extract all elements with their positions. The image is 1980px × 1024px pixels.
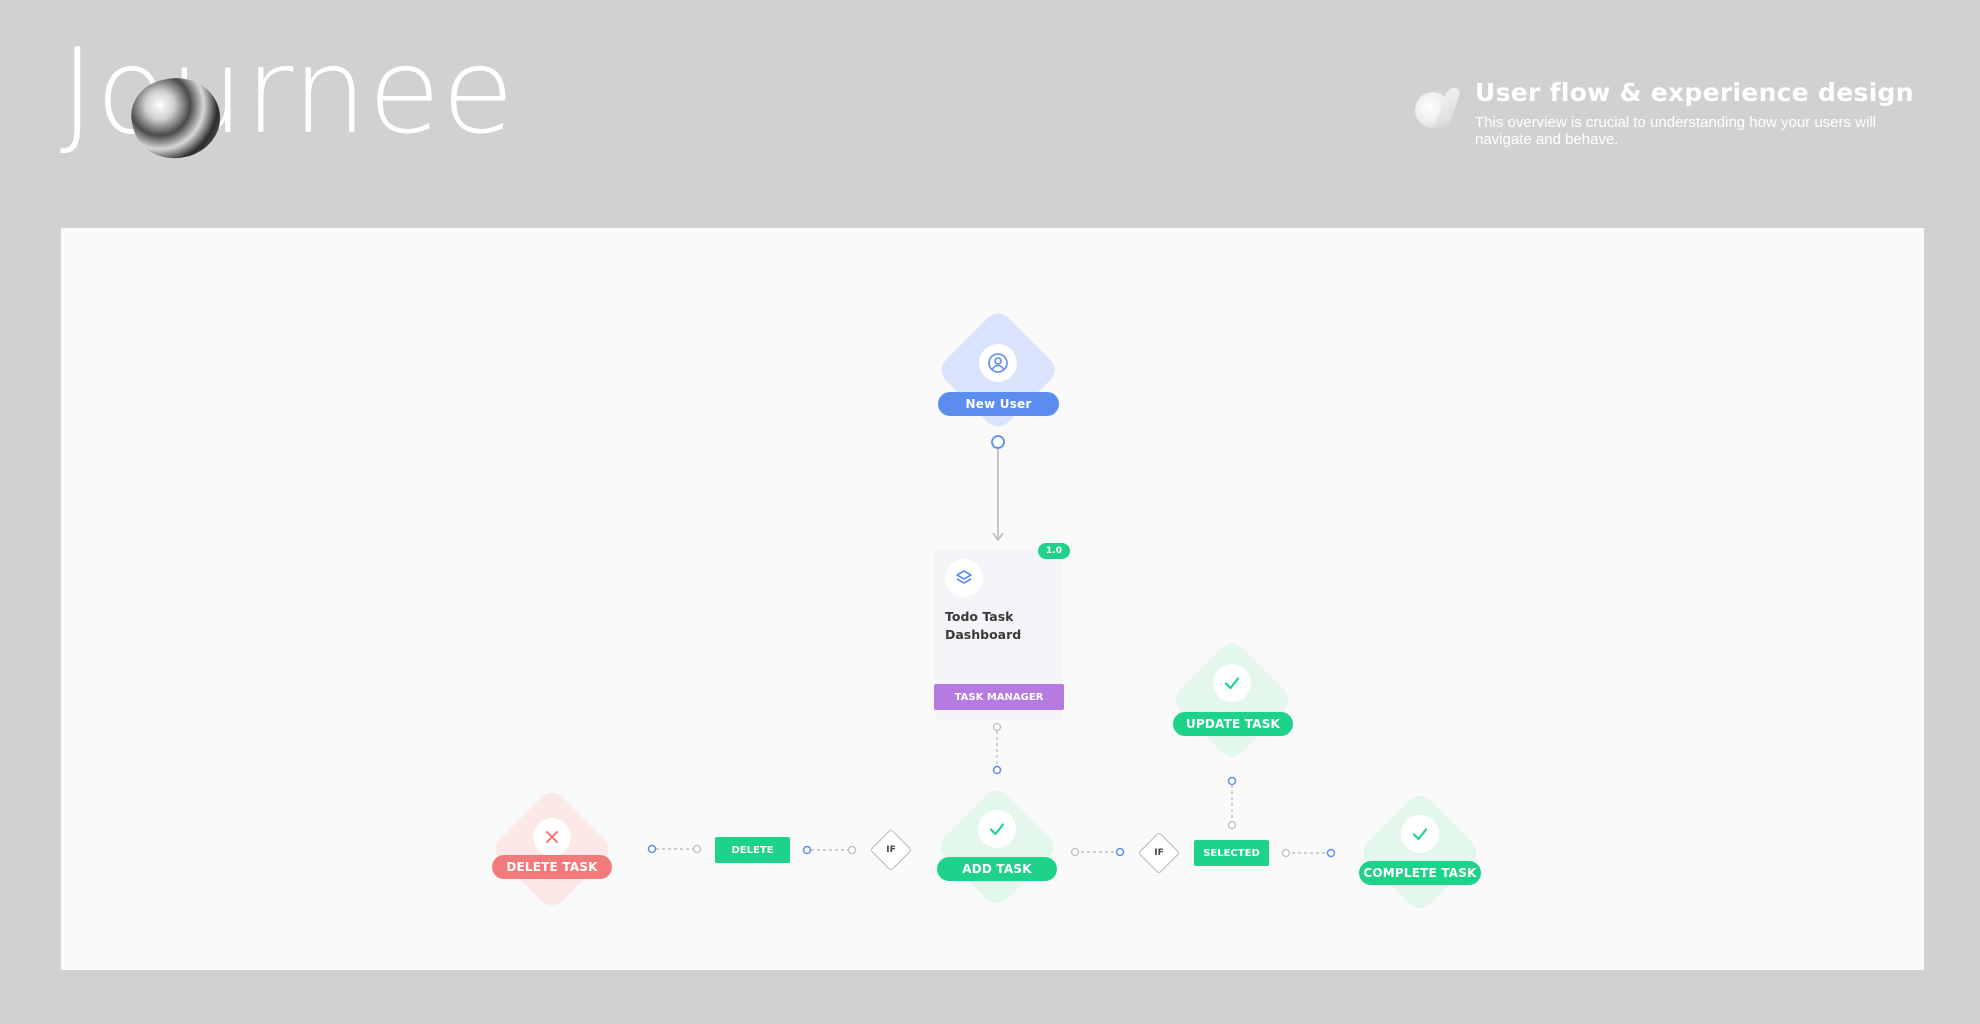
layers-icon — [945, 559, 983, 597]
delete-condition-label[interactable]: DELETE — [715, 837, 790, 863]
selected-condition-label[interactable]: SELECTED — [1194, 840, 1269, 866]
add-task-label[interactable]: ADD TASK — [937, 857, 1057, 881]
connector-port — [1326, 848, 1336, 858]
update-task-label[interactable]: UPDATE TASK — [1173, 712, 1293, 736]
connector-port — [1227, 820, 1237, 830]
if-right-label: IF — [1154, 848, 1164, 858]
connector-port — [992, 722, 1002, 732]
check-icon — [1213, 664, 1251, 702]
connector-port — [1227, 776, 1237, 786]
new-user-label[interactable]: New User — [938, 392, 1059, 416]
delete-task-label[interactable]: DELETE TASK — [492, 855, 612, 879]
connector-port — [692, 844, 702, 854]
user-circle-icon — [979, 344, 1017, 382]
connector-port — [847, 845, 857, 855]
connector-port — [802, 845, 812, 855]
connector-port — [1070, 847, 1080, 857]
connector-port — [991, 435, 1005, 449]
if-left-label: IF — [886, 845, 896, 855]
check-icon — [1401, 815, 1439, 853]
connector-port — [1115, 847, 1125, 857]
connector-port — [647, 844, 657, 854]
version-badge: 1.0 — [1038, 543, 1070, 559]
complete-task-label[interactable]: COMPLETE TASK — [1359, 861, 1481, 885]
task-manager-tag[interactable]: TASK MANAGER — [934, 684, 1064, 710]
close-icon — [533, 818, 571, 856]
connector-port — [992, 765, 1002, 775]
connector-port — [1281, 848, 1291, 858]
check-icon — [978, 810, 1016, 848]
dashboard-title: Todo Task Dashboard — [945, 609, 1022, 642]
